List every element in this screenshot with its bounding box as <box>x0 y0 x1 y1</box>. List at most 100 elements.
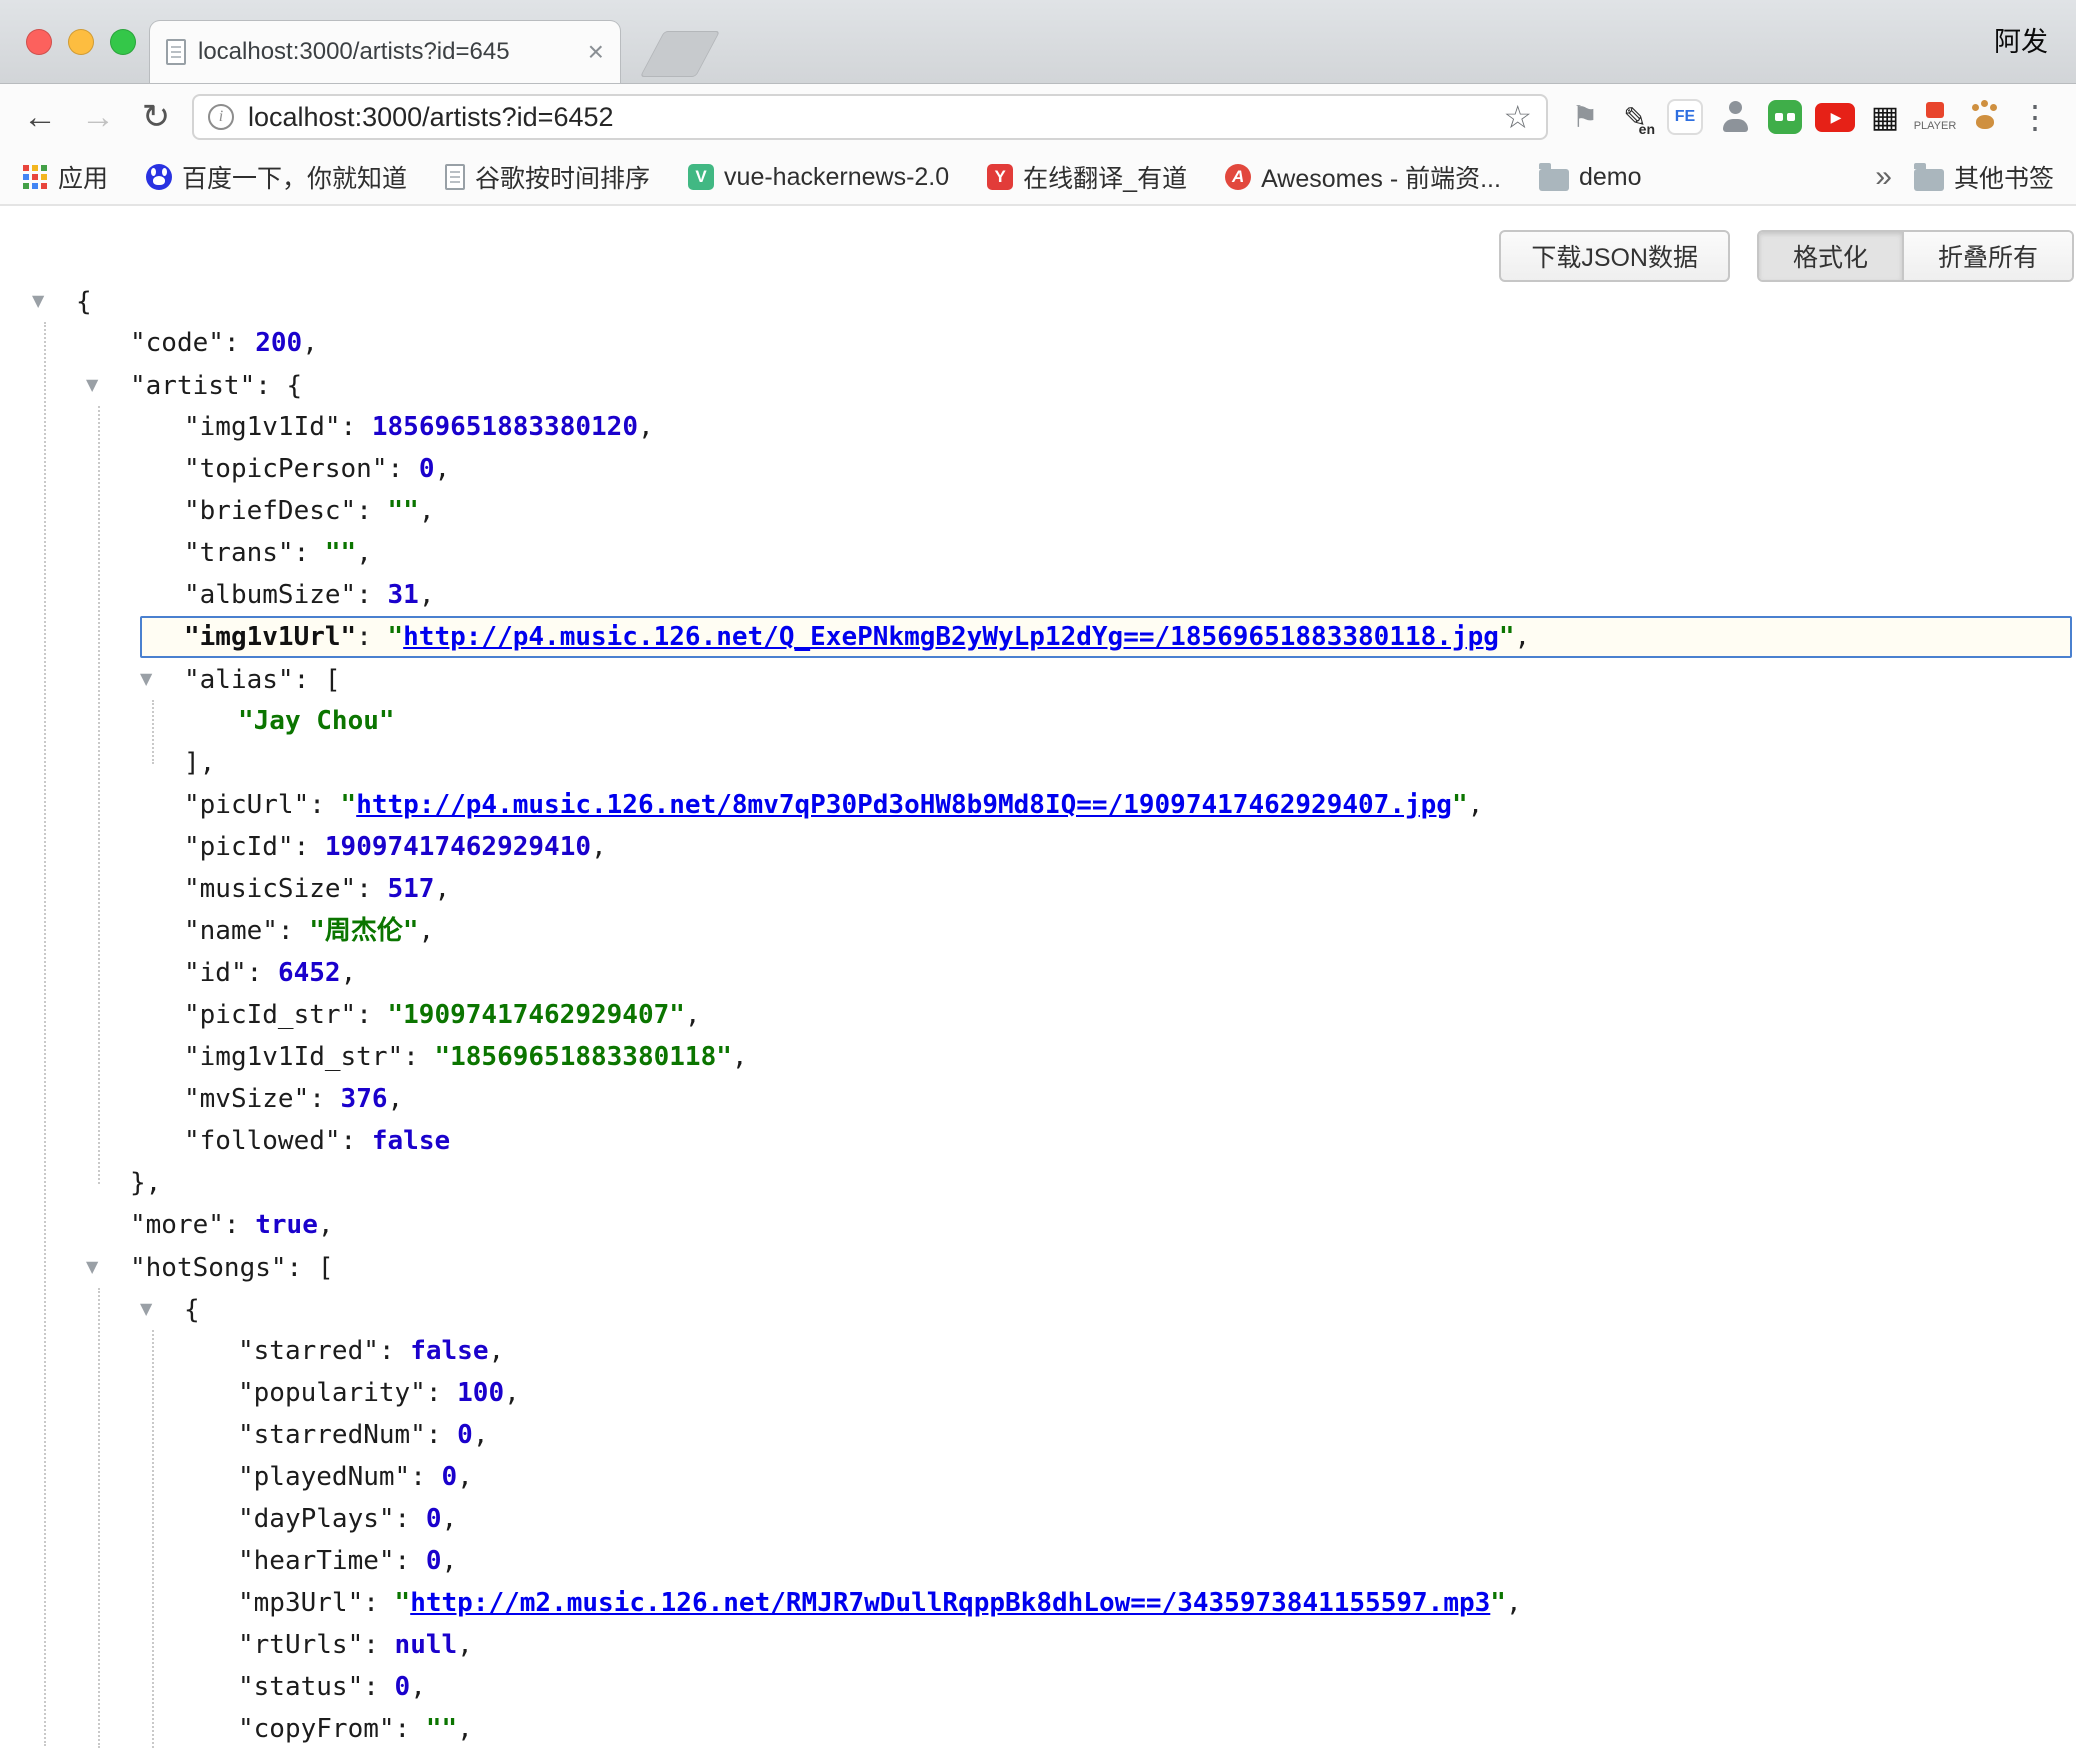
folder-icon <box>1914 169 1944 191</box>
bookmarks-overflow-icon[interactable]: » <box>1875 160 1892 194</box>
browser-tab[interactable]: localhost:3000/artists?id=645 × <box>150 21 620 83</box>
collapse-toggle-icon[interactable]: ▼ <box>140 658 184 700</box>
json-url-link[interactable]: http://m2.music.126.net/RMJR7wDullRqppBk… <box>410 1588 1490 1618</box>
profile-person-icon[interactable] <box>1712 94 1758 140</box>
bookmark-item[interactable]: 百度一下，你就知道 <box>146 159 407 195</box>
json-token: : { <box>255 371 302 401</box>
json-token: "popularity" <box>238 1378 426 1408</box>
bookmark-item[interactable]: Vvue-hackernews-2.0 <box>688 163 949 192</box>
json-token: "alias" <box>184 665 294 695</box>
collapse-toggle-icon[interactable]: ▼ <box>140 1288 184 1330</box>
json-token: , <box>419 916 435 946</box>
tampermonkey-icon[interactable] <box>1762 94 1808 140</box>
json-line: "hearTime": 0, <box>0 1540 2076 1582</box>
json-token: ], <box>184 748 215 778</box>
window-close-button[interactable] <box>26 29 52 55</box>
json-token: , <box>388 1084 404 1114</box>
browser-window: localhost:3000/artists?id=645 × 阿发 ← → ↻… <box>0 0 2076 1754</box>
other-bookmarks-folder[interactable]: 其他书签 <box>1914 159 2054 195</box>
json-token: "topicPerson" <box>184 454 388 484</box>
json-token: : <box>395 1546 426 1576</box>
json-url-link[interactable]: http://p4.music.126.net/Q_ExePNkmgB2yWyL… <box>403 622 1499 652</box>
page-content: 下载JSON数据 格式化 折叠所有 ▼{"code": 200,▼"artist… <box>0 206 2076 1754</box>
json-token: : [ <box>294 665 341 695</box>
url-text[interactable]: localhost:3000/artists?id=6452 <box>248 102 614 133</box>
reload-button[interactable]: ↻ <box>134 97 178 137</box>
fehelper-icon[interactable]: FE <box>1662 94 1708 140</box>
netease-player-icon[interactable]: PLAYER <box>1912 94 1958 140</box>
json-token: 200 <box>255 328 302 358</box>
bookmark-item[interactable]: 谷歌按时间排序 <box>445 159 650 195</box>
json-token: 0 <box>442 1462 458 1492</box>
json-token: "starred" <box>238 1336 379 1366</box>
format-button[interactable]: 格式化 <box>1759 232 1902 280</box>
cat-paw-icon[interactable] <box>1962 94 2008 140</box>
youtube-icon[interactable]: ▶ <box>1812 94 1858 140</box>
json-line: "playedNum": 0, <box>0 1456 2076 1498</box>
json-token: : <box>356 1000 387 1030</box>
tab-close-icon[interactable]: × <box>588 38 604 66</box>
json-token: "name" <box>184 916 278 946</box>
json-token: , <box>410 1672 426 1702</box>
address-bar[interactable]: i localhost:3000/artists?id=6452 ☆ <box>192 94 1548 140</box>
json-line: ▼"artist": { <box>0 364 2076 406</box>
json-token: "hotSongs" <box>130 1253 287 1283</box>
toolbar: ← → ↻ i localhost:3000/artists?id=6452 ☆… <box>0 84 2076 150</box>
json-token: : <box>294 832 325 862</box>
json-token: { <box>184 1295 200 1325</box>
json-token: "img1v1Url" <box>184 622 356 652</box>
json-token: : <box>356 622 387 652</box>
download-json-button[interactable]: 下载JSON数据 <box>1499 230 1730 282</box>
vimium-flag-icon[interactable]: ⚑ <box>1562 94 1608 140</box>
json-line: "dayPlays": 0, <box>0 1498 2076 1540</box>
browser-menu-icon[interactable]: ⋮ <box>2012 94 2058 140</box>
bookmark-item[interactable]: 应用 <box>22 159 108 195</box>
json-token: 100 <box>457 1378 504 1408</box>
fehelper-glyph: FE <box>1667 99 1703 135</box>
bookmark-star-icon[interactable]: ☆ <box>1503 98 1532 136</box>
json-token: , <box>1506 1588 1522 1618</box>
json-line: ▼"alias": [ <box>0 658 2076 700</box>
json-token: "status" <box>238 1672 363 1702</box>
new-tab-button[interactable] <box>640 31 720 77</box>
json-token: "picUrl" <box>184 790 309 820</box>
json-token: " <box>1490 1588 1506 1618</box>
json-line: "picId": 19097417462929410, <box>0 826 2076 868</box>
baidu-icon <box>146 164 172 190</box>
profile-name[interactable]: 阿发 <box>1994 0 2048 84</box>
bookmark-item[interactable]: Y在线翻译_有道 <box>987 159 1187 195</box>
json-token: : <box>426 1378 457 1408</box>
json-token: : <box>341 412 372 442</box>
json-token: "starredNum" <box>238 1420 426 1450</box>
collapse-toggle-icon[interactable]: ▼ <box>86 1246 130 1288</box>
json-token: " <box>395 1588 411 1618</box>
youdao-translate-icon[interactable]: ✎en <box>1612 94 1658 140</box>
json-token: , <box>356 538 372 568</box>
tree-guide <box>152 1330 154 1748</box>
window-zoom-button[interactable] <box>110 29 136 55</box>
json-token: : <box>356 874 387 904</box>
vue-icon: V <box>688 164 714 190</box>
json-line: "mp3Url": "http://m2.music.126.net/RMJR7… <box>0 1582 2076 1624</box>
qr-code-icon[interactable]: ▦ <box>1862 94 1908 140</box>
collapse-toggle-icon[interactable]: ▼ <box>86 364 130 406</box>
json-token: " <box>1452 790 1468 820</box>
site-info-icon[interactable]: i <box>208 104 234 130</box>
json-token: : [ <box>287 1253 334 1283</box>
json-token: "mp3Url" <box>238 1588 363 1618</box>
back-button[interactable]: ← <box>18 98 62 137</box>
json-token: 0 <box>426 1504 442 1534</box>
collapse-toggle-icon[interactable]: ▼ <box>32 280 76 322</box>
window-minimize-button[interactable] <box>68 29 94 55</box>
json-url-link[interactable]: http://p4.music.126.net/8mv7qP30Pd3oHW8b… <box>356 790 1452 820</box>
json-token: }, <box>130 1168 161 1198</box>
bookmark-item[interactable]: demo <box>1539 163 1642 192</box>
collapse-all-button[interactable]: 折叠所有 <box>1902 232 2072 280</box>
json-line: "Jay Chou" <box>0 700 2076 742</box>
json-token: "rtUrls" <box>238 1630 363 1660</box>
json-token: : <box>388 454 419 484</box>
json-token: , <box>591 832 607 862</box>
json-token: 0 <box>395 1672 411 1702</box>
bookmark-item[interactable]: AAwesomes - 前端资... <box>1225 159 1501 195</box>
json-token: , <box>473 1420 489 1450</box>
